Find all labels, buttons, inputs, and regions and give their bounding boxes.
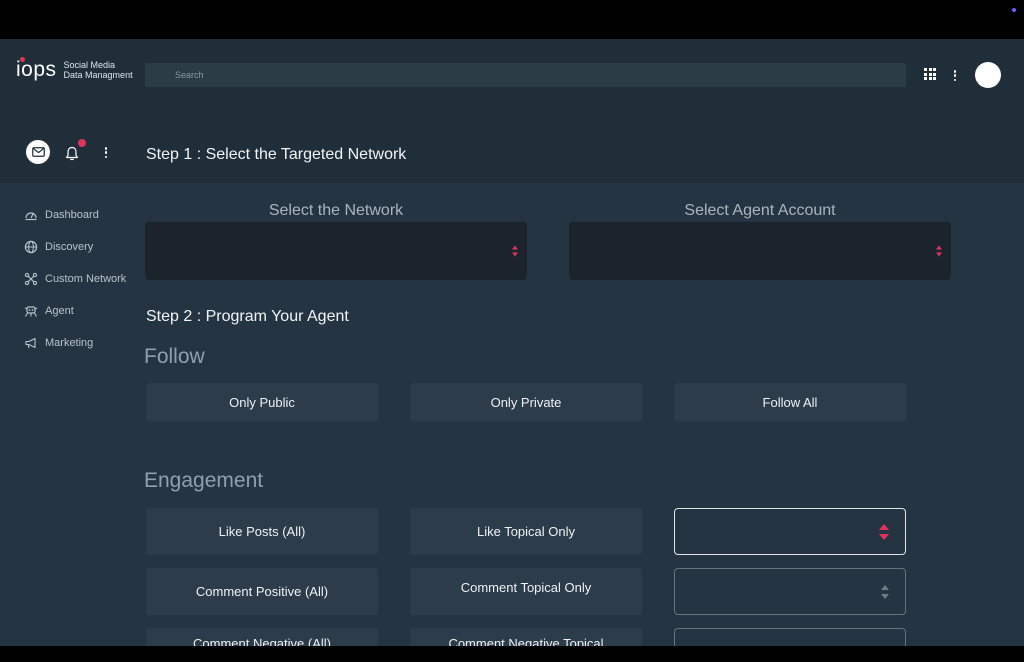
- sidebar-item-agent[interactable]: Agent: [24, 295, 139, 327]
- sidebar-item-label: Marketing: [45, 337, 94, 349]
- logo-subtitle-line1: Social Media: [63, 59, 116, 70]
- dashboard-icon: [25, 212, 37, 221]
- sidebar-item-discovery[interactable]: Discovery: [24, 231, 139, 263]
- search-bar[interactable]: [145, 63, 906, 87]
- follow-all-button[interactable]: Follow All: [674, 383, 906, 421]
- engagement-section-title: Engagement: [144, 469, 264, 492]
- kebab-icon[interactable]: [104, 147, 108, 158]
- comment-positive-all-button[interactable]: Comment Positive (All): [146, 568, 378, 615]
- sidebar-item-custom-network[interactable]: Custom Network: [24, 263, 139, 295]
- screen-top-bar: [0, 0, 1024, 39]
- search-input[interactable]: [175, 70, 906, 80]
- stepper-arrows-icon[interactable]: [879, 523, 889, 540]
- sidebar-item-dashboard[interactable]: Dashboard: [24, 199, 139, 231]
- agent-icon: [24, 306, 38, 317]
- select-agent-label: Select Agent Account: [684, 202, 836, 219]
- agent-account-select[interactable]: [569, 222, 951, 280]
- mail-button[interactable]: [26, 140, 50, 164]
- network-select[interactable]: [145, 222, 527, 280]
- sidebar-item-label: Agent: [45, 305, 74, 317]
- network-icon: [24, 272, 38, 286]
- follow-section-title: Follow: [144, 345, 205, 368]
- like-count-stepper[interactable]: [674, 508, 906, 555]
- sidebar-item-label: Dashboard: [45, 209, 99, 221]
- step2-title: Step 2 : Program Your Agent: [146, 308, 349, 325]
- status-dot: [1012, 8, 1016, 12]
- sidebar: Dashboard Discovery Custom Network Agent…: [24, 199, 139, 359]
- sidebar-item-label: Custom Network: [45, 273, 127, 285]
- globe-icon: [24, 240, 38, 254]
- kebab-icon[interactable]: [953, 70, 957, 81]
- negative-comment-stepper[interactable]: [674, 628, 906, 646]
- stepper-arrows-icon[interactable]: [881, 584, 889, 599]
- like-posts-all-button[interactable]: Like Posts (All): [146, 508, 378, 555]
- megaphone-icon: [25, 337, 36, 349]
- logo-dot: [20, 57, 25, 62]
- notification-badge: [78, 139, 86, 147]
- bell-icon: [65, 146, 79, 160]
- mail-icon: [31, 147, 45, 157]
- only-private-button[interactable]: Only Private: [410, 383, 642, 421]
- select-network-label: Select the Network: [268, 202, 404, 219]
- comment-count-stepper[interactable]: [674, 568, 906, 615]
- brand-logo[interactable]: iops Social Media Data Managment: [16, 57, 133, 80]
- logo-mark: iops: [16, 57, 57, 80]
- select-arrows-icon: [936, 245, 942, 257]
- comment-negative-topical-button[interactable]: Comment Negative Topical: [410, 628, 642, 646]
- app-window: iops Social Media Data Managment Step 1 …: [0, 39, 1024, 646]
- comment-negative-all-button[interactable]: Comment Negative (All): [146, 628, 378, 646]
- sidebar-item-marketing[interactable]: Marketing: [24, 327, 139, 359]
- sidebar-item-label: Discovery: [45, 241, 94, 253]
- select-arrows-icon: [512, 245, 518, 257]
- logo-subtitle-line2: Data Managment: [63, 69, 133, 80]
- like-topical-only-button[interactable]: Like Topical Only: [410, 508, 642, 555]
- step1-title: Step 1 : Select the Targeted Network: [146, 146, 407, 163]
- logo-subtitle: Social Media Data Managment: [64, 60, 133, 80]
- grid-icon[interactable]: [924, 68, 936, 80]
- avatar[interactable]: [975, 62, 1001, 88]
- only-public-button[interactable]: Only Public: [146, 383, 378, 421]
- screen-bottom-bar: [0, 646, 1024, 662]
- comment-topical-only-button[interactable]: Comment Topical Only: [410, 568, 642, 615]
